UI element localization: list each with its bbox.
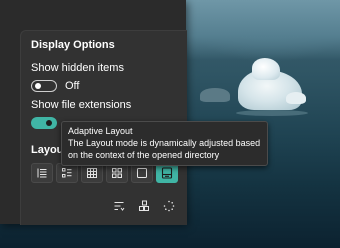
grid-small-icon	[86, 167, 98, 179]
toggle-knob	[46, 120, 52, 126]
distant-iceberg	[200, 88, 230, 102]
toggle-knob	[35, 83, 41, 89]
show-hidden-items-label: Show hidden items	[31, 62, 124, 74]
adaptive-layout-icon	[161, 167, 173, 179]
layout-adaptive-button[interactable]	[156, 163, 178, 183]
display-options-title: Display Options	[31, 39, 115, 51]
ice-shelf	[185, 0, 340, 60]
tooltip-title: Adaptive Layout	[68, 126, 133, 136]
iceberg-fragment	[286, 92, 306, 104]
options-flyout	[0, 0, 187, 225]
layout-grid-large-button[interactable]	[131, 163, 153, 183]
sort-button[interactable]	[109, 196, 129, 216]
iceberg-peak	[252, 58, 280, 80]
list-view-icon	[61, 167, 73, 179]
layout-grid-small-button[interactable]	[81, 163, 103, 183]
show-file-extensions-toggle[interactable]	[31, 117, 57, 129]
tooltip-line-2: on the context of the opened directory	[68, 150, 220, 160]
layout-details-button[interactable]	[31, 163, 53, 183]
water-reflection	[236, 110, 308, 116]
show-file-extensions-label: Show file extensions	[31, 99, 132, 111]
sort-icon	[113, 200, 125, 212]
layout-list-button[interactable]	[56, 163, 78, 183]
details-view-icon	[36, 167, 48, 179]
loading-spinner-icon	[163, 200, 175, 212]
grid-large-icon	[136, 167, 148, 179]
loading-button[interactable]	[159, 196, 179, 216]
show-hidden-items-toggle[interactable]	[31, 80, 57, 92]
adaptive-layout-tooltip: Adaptive Layout The Layout mode is dynam…	[61, 121, 268, 166]
group-icon	[138, 200, 150, 212]
tooltip-line-1: The Layout mode is dynamically adjusted …	[68, 138, 261, 148]
group-button[interactable]	[134, 196, 154, 216]
grid-medium-icon	[111, 167, 123, 179]
layout-grid-medium-button[interactable]	[106, 163, 128, 183]
show-hidden-items-state: Off	[65, 80, 80, 92]
